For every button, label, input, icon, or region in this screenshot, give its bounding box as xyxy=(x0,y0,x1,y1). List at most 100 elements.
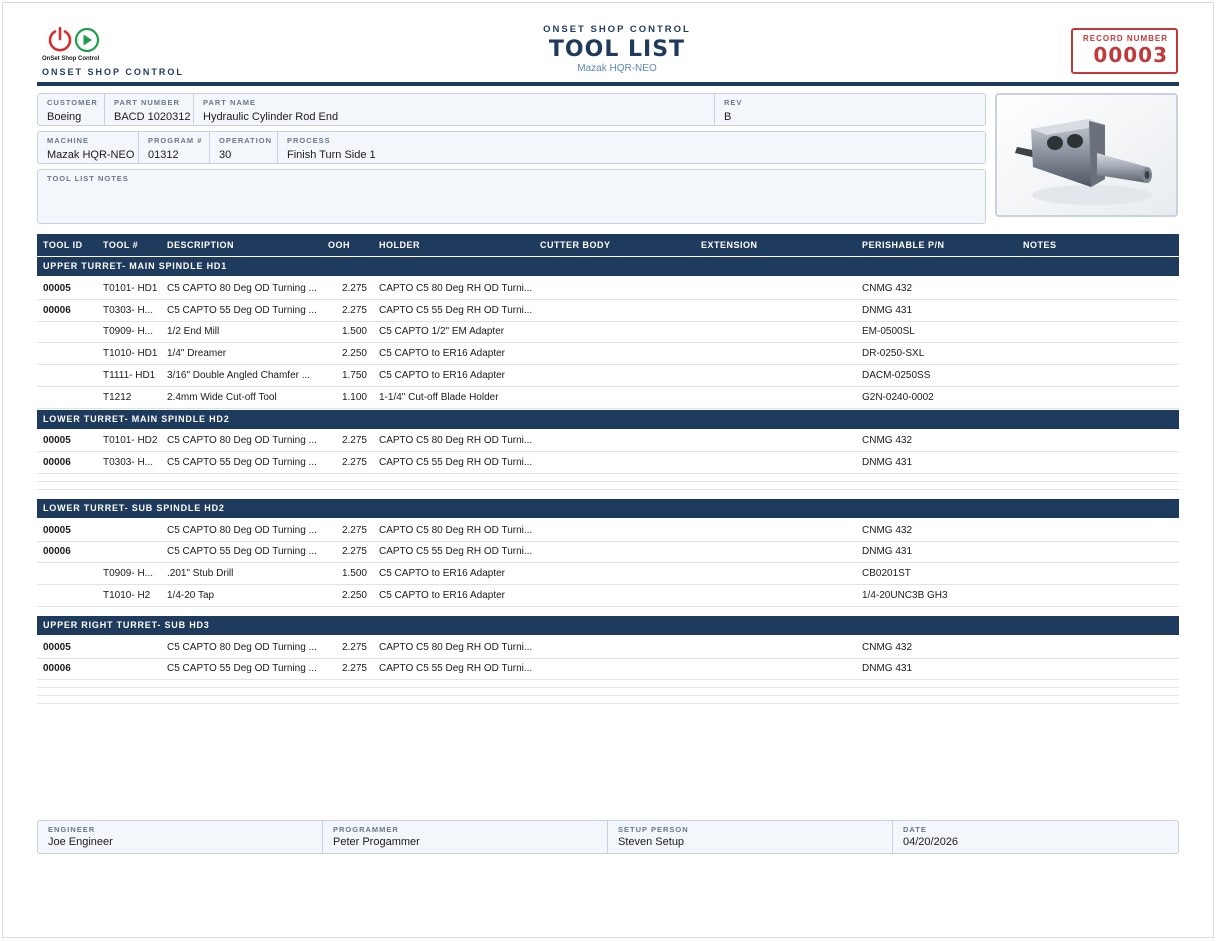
cell-perishable-pn: DNMG 431 xyxy=(862,457,913,468)
process-value: Finish Turn Side 1 xyxy=(287,149,376,161)
header-subtitle: ONSET SHOP CONTROL xyxy=(543,24,691,35)
machine-value: Mazak HQR-NEO xyxy=(47,149,135,161)
table-row[interactable]: 00006 C5 CAPTO 55 Deg OD Turning ... 2.2… xyxy=(37,658,1179,680)
table-row[interactable]: 00005 C5 CAPTO 80 Deg OD Turning ... 2.2… xyxy=(37,637,1179,659)
cell-tool-number: T0909- H... xyxy=(103,326,154,337)
col-perishable-pn: PERISHABLE P/N xyxy=(862,240,945,250)
cell-description: .201" Stub Drill xyxy=(167,568,234,579)
table-row[interactable]: 00006 C5 CAPTO 55 Deg OD Turning ... 2.2… xyxy=(37,541,1179,563)
part-name-value: Hydraulic Cylinder Rod End xyxy=(203,111,339,123)
section-label: LOWER TURRET- MAIN SPINDLE HD2 xyxy=(43,414,230,424)
notes-field: TOOL LIST NOTES xyxy=(38,170,985,223)
cell-ooh: 2.250 xyxy=(341,348,367,359)
empty-row xyxy=(37,474,1179,482)
machine-label: MACHINE xyxy=(47,136,89,145)
date-label: DATE xyxy=(903,825,927,834)
page-title: TOOL LIST xyxy=(548,37,686,62)
customer-field: CUSTOMER Boeing xyxy=(38,94,105,125)
part-name-label: PART NAME xyxy=(203,98,257,107)
program-field: PROGRAM # 01312 xyxy=(139,132,210,163)
cell-tool-number: T0303- H... xyxy=(103,457,154,468)
programmer-value: Peter Progammer xyxy=(333,836,420,848)
cell-description: 2.4mm Wide Cut-off Tool xyxy=(167,392,277,403)
cell-tool-id: 00006 xyxy=(43,546,71,557)
date-field: DATE 04/20/2026 xyxy=(893,821,1178,853)
customer-value: Boeing xyxy=(47,111,82,123)
section-header: LOWER TURRET- SUB SPINDLE HD2 xyxy=(37,499,1179,518)
section-header: UPPER TURRET- MAIN SPINDLE HD1 xyxy=(37,257,1179,276)
cell-ooh: 1.750 xyxy=(341,370,367,381)
cell-holder: CAPTO C5 80 Deg RH OD Turni... xyxy=(379,642,533,653)
rev-value: B xyxy=(724,111,732,123)
col-description: DESCRIPTION xyxy=(167,240,235,250)
cell-ooh: 1.500 xyxy=(341,568,367,579)
section-label: UPPER RIGHT TURRET- SUB HD3 xyxy=(43,620,210,630)
cell-ooh: 2.275 xyxy=(341,525,367,536)
onset-logo: OnSet Shop Control ONSET SHOP CONTROL xyxy=(42,26,182,78)
rod-end-image xyxy=(997,95,1176,215)
cell-holder: CAPTO C5 55 Deg RH OD Turni... xyxy=(379,663,533,674)
cell-perishable-pn: CB0201ST xyxy=(862,568,911,579)
empty-row xyxy=(37,696,1179,704)
signoff-row: ENGINEER Joe Engineer PROGRAMMER Peter P… xyxy=(37,820,1179,854)
table-row[interactable]: 00005 T0101- HD1 C5 CAPTO 80 Deg OD Turn… xyxy=(37,278,1179,300)
cell-perishable-pn: CNMG 432 xyxy=(862,642,913,653)
cell-perishable-pn: CNMG 432 xyxy=(862,525,913,536)
notes-label: TOOL LIST NOTES xyxy=(47,174,129,183)
col-notes: NOTES xyxy=(1023,240,1057,250)
cell-tool-id: 00006 xyxy=(43,457,71,468)
programmer-label: PROGRAMMER xyxy=(333,825,399,834)
cell-perishable-pn: DNMG 431 xyxy=(862,663,913,674)
part-name-field: PART NAME Hydraulic Cylinder Rod End xyxy=(194,94,715,125)
cell-tool-id: 00005 xyxy=(43,525,71,536)
table-row[interactable]: 00005 C5 CAPTO 80 Deg OD Turning ... 2.2… xyxy=(37,520,1179,542)
operation-value: 30 xyxy=(219,149,232,161)
table-row[interactable]: 00005 T0101- HD2 C5 CAPTO 80 Deg OD Turn… xyxy=(37,430,1179,452)
col-tool-id: TOOL ID xyxy=(43,240,83,250)
operation-label: OPERATION xyxy=(219,136,273,145)
engineer-value: Joe Engineer xyxy=(48,836,113,848)
power-icon xyxy=(48,26,72,52)
program-label: PROGRAM # xyxy=(148,136,203,145)
table-row[interactable]: 00006 T0303- H... C5 CAPTO 55 Deg OD Tur… xyxy=(37,452,1179,474)
table-row[interactable]: T1010- H2 1/4-20 Tap 2.250 C5 CAPTO to E… xyxy=(37,585,1179,607)
table-row[interactable]: T1212 2.4mm Wide Cut-off Tool 1.100 1-1/… xyxy=(37,387,1179,409)
cell-description: C5 CAPTO 80 Deg OD Turning ... xyxy=(167,642,317,653)
logo-icons xyxy=(48,26,100,53)
cell-description: C5 CAPTO 80 Deg OD Turning ... xyxy=(167,283,317,294)
table-row[interactable]: T1010- HD1 1/4" Dreamer 2.250 C5 CAPTO t… xyxy=(37,343,1179,365)
setup-person-value: Steven Setup xyxy=(618,836,685,848)
process-label: PROCESS xyxy=(287,136,331,145)
date-value: 04/20/2026 xyxy=(903,836,959,848)
cell-tool-number: T0303- H... xyxy=(103,305,154,316)
section-header: LOWER TURRET- MAIN SPINDLE HD2 xyxy=(37,410,1179,429)
cell-tool-id: 00006 xyxy=(43,663,71,674)
cell-tool-number: T1111- HD1 xyxy=(103,370,156,381)
cell-holder: C5 CAPTO to ER16 Adapter xyxy=(379,370,505,381)
cell-description: C5 CAPTO 55 Deg OD Turning ... xyxy=(167,457,317,468)
record-number-value: 00003 xyxy=(1093,43,1168,67)
table-row[interactable]: 00006 T0303- H... C5 CAPTO 55 Deg OD Tur… xyxy=(37,300,1179,322)
table-row[interactable]: T0909- H... 1/2 End Mill 1.500 C5 CAPTO … xyxy=(37,321,1179,343)
cell-tool-number: T1010- HD1 xyxy=(103,348,158,359)
cell-holder: C5 CAPTO 1/2" EM Adapter xyxy=(379,326,505,337)
empty-row xyxy=(37,688,1179,696)
cell-perishable-pn: CNMG 432 xyxy=(862,283,913,294)
cell-perishable-pn: EM-0500SL xyxy=(862,326,915,337)
empty-row xyxy=(37,680,1179,688)
col-tool-number: TOOL # xyxy=(103,240,139,250)
cell-perishable-pn: DR-0250-SXL xyxy=(862,348,925,359)
col-ooh: OOH xyxy=(328,240,351,250)
cell-description: 1/4-20 Tap xyxy=(167,590,215,601)
cell-description: 1/4" Dreamer xyxy=(167,348,227,359)
col-cutter-body: CUTTER BODY xyxy=(540,240,611,250)
part-number-field: PART NUMBER BACD 1020312 xyxy=(105,94,194,125)
table-row[interactable]: T0909- H... .201" Stub Drill 1.500 C5 CA… xyxy=(37,563,1179,585)
cell-perishable-pn: DNMG 431 xyxy=(862,305,913,316)
cell-description: C5 CAPTO 55 Deg OD Turning ... xyxy=(167,546,317,557)
table-row[interactable]: T1111- HD1 3/16" Double Angled Chamfer .… xyxy=(37,365,1179,387)
part-number-value: BACD 1020312 xyxy=(114,111,191,123)
cell-tool-id: 00005 xyxy=(43,435,71,446)
cell-tool-number: T0101- HD1 xyxy=(103,283,158,294)
cell-tool-id: 00006 xyxy=(43,305,71,316)
